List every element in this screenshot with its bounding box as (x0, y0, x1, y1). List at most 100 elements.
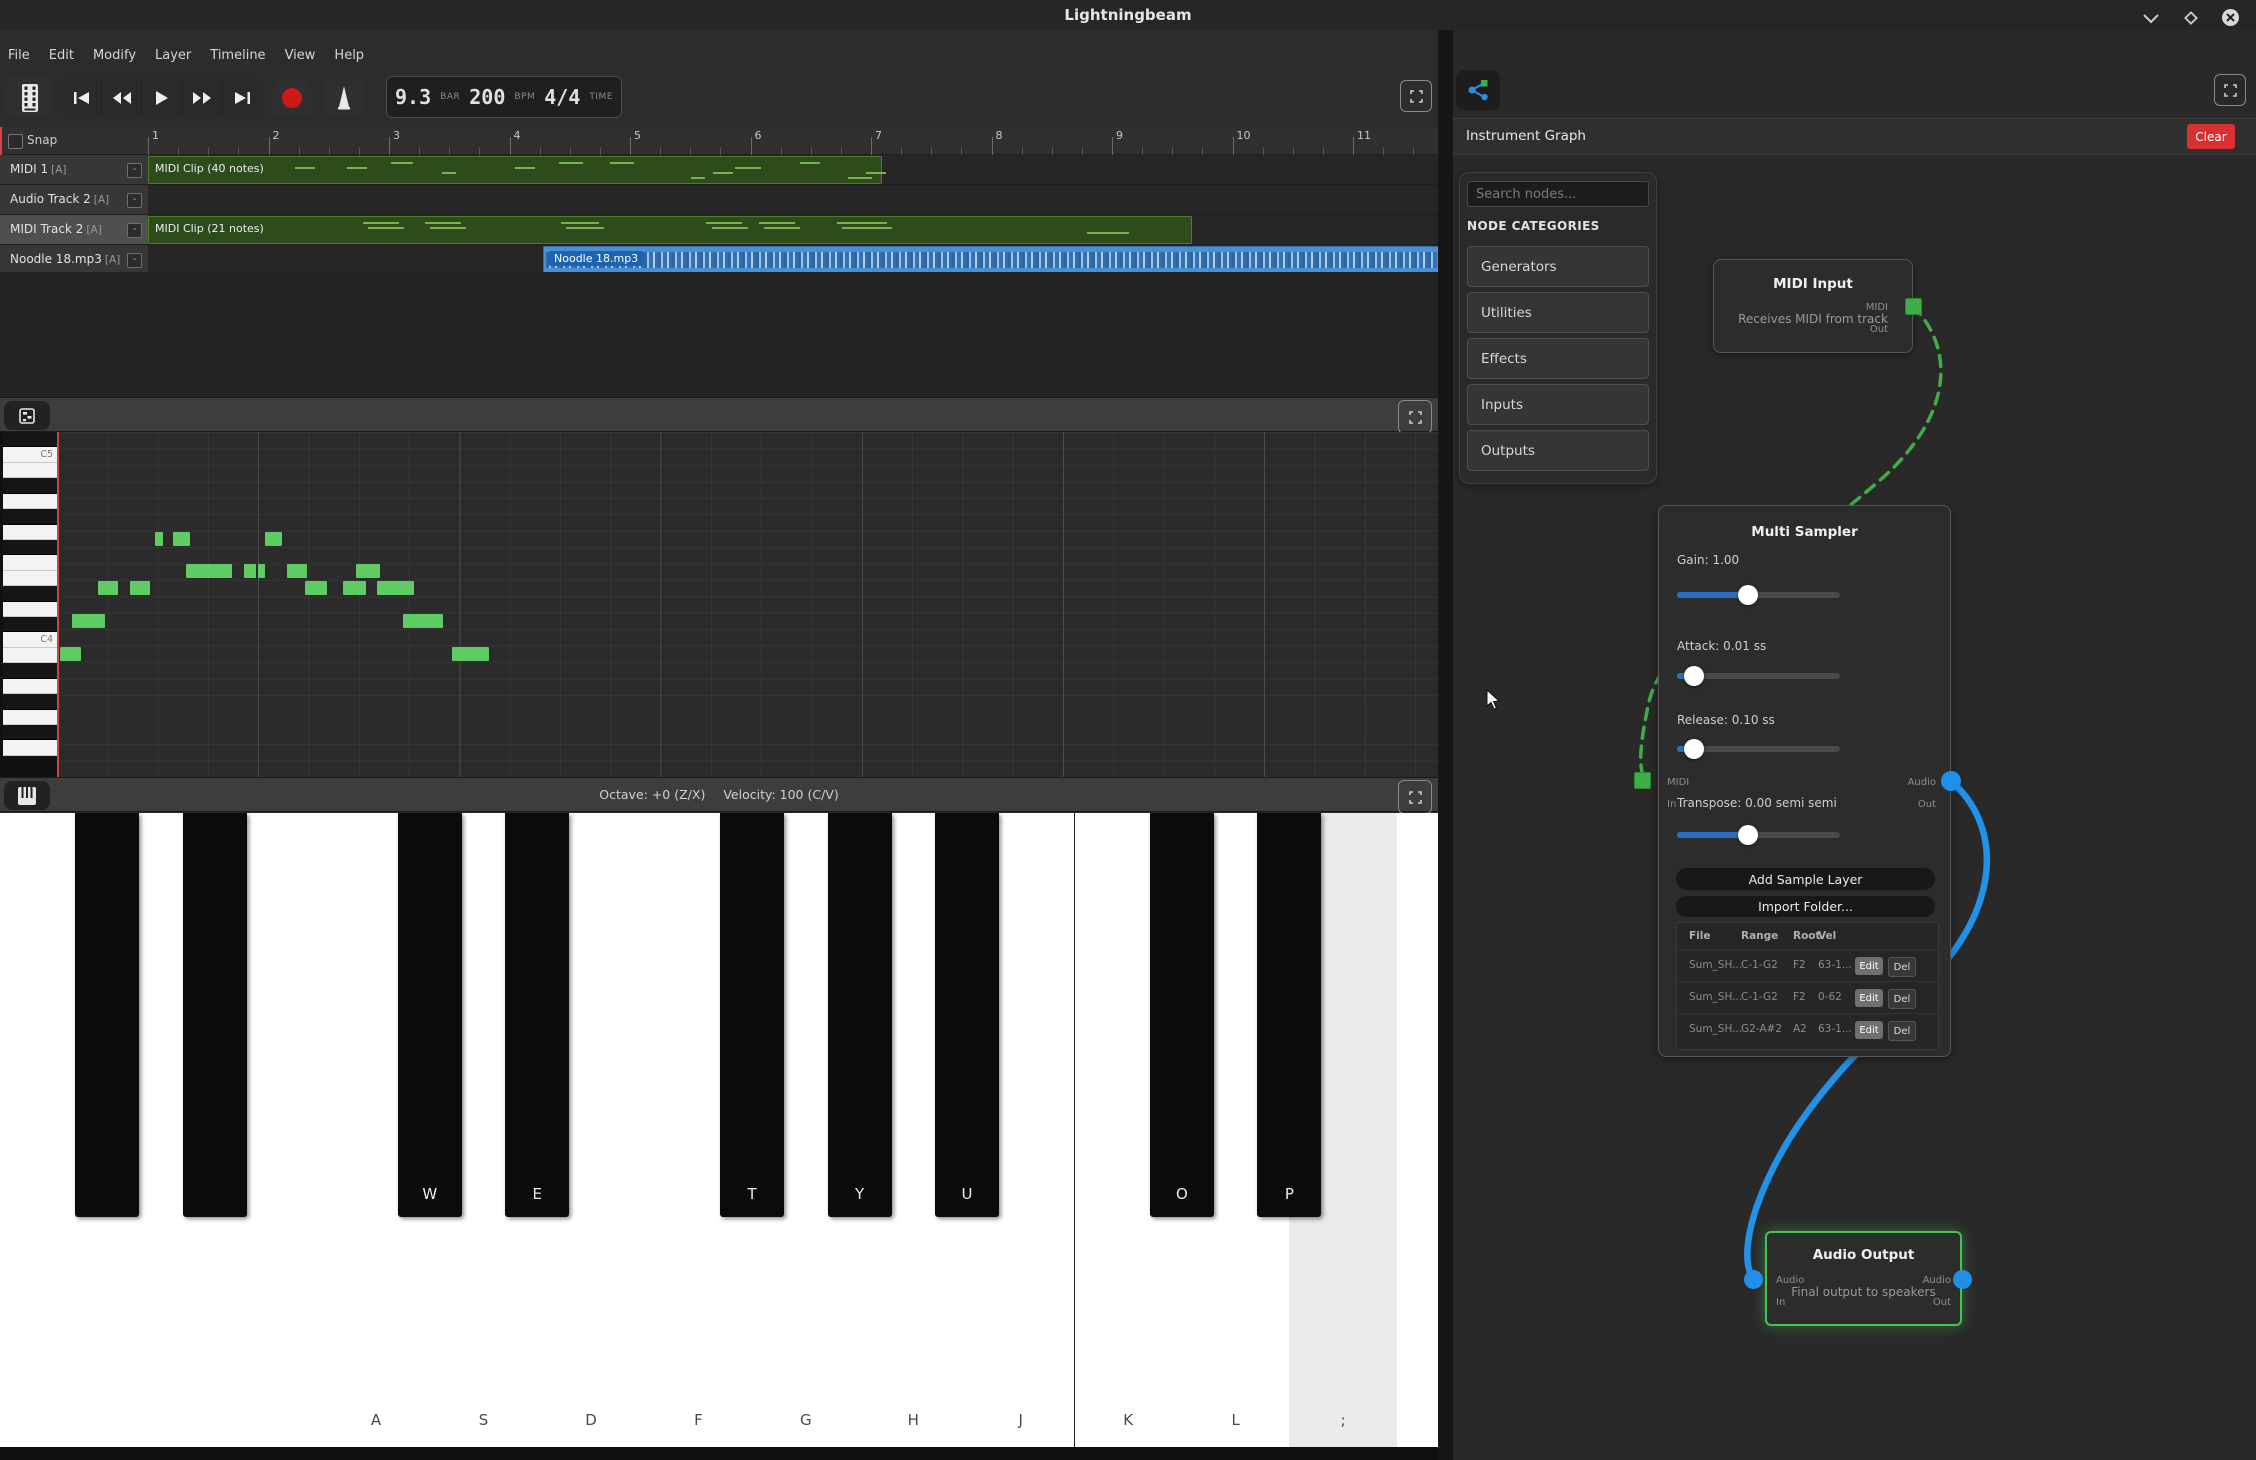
audio-in-port[interactable] (1744, 1270, 1763, 1289)
midi-note[interactable] (258, 564, 265, 578)
metronome-button[interactable] (325, 79, 363, 117)
midi-note[interactable] (356, 564, 380, 578)
import-folder-button[interactable]: Import Folder... (1676, 896, 1935, 917)
playhead-marker[interactable] (0, 127, 2, 155)
piano-roll-key-column[interactable]: C5 C4 (3, 432, 57, 777)
add-sample-layer-button[interactable]: Add Sample Layer (1676, 868, 1935, 890)
midi-input-node[interactable]: MIDI Input Receives MIDI from track MIDI… (1713, 259, 1913, 353)
roll-key-white[interactable] (3, 648, 57, 663)
sampler-audio-out-port[interactable] (1941, 771, 1961, 791)
roll-key-black[interactable] (3, 725, 57, 740)
keyboard-expand-button[interactable] (1398, 780, 1432, 814)
black-key[interactable] (75, 813, 139, 1217)
maximize-icon[interactable] (2182, 9, 2200, 27)
piano-roll-grid[interactable] (57, 432, 1438, 777)
midi-note[interactable] (173, 532, 190, 546)
roll-key-white[interactable] (3, 571, 57, 586)
edit-layer-button[interactable]: Edit (1855, 989, 1883, 1007)
midi-note[interactable] (377, 581, 414, 595)
roll-key-black[interactable] (3, 540, 57, 555)
roll-key-white[interactable]: C4 (3, 632, 57, 647)
edit-layer-button[interactable]: Edit (1855, 957, 1883, 975)
delete-layer-button[interactable]: Del (1888, 957, 1916, 977)
roll-key-white[interactable] (3, 679, 57, 694)
graph-expand-button[interactable] (2214, 74, 2246, 106)
search-input[interactable] (1467, 181, 1649, 207)
skip-end-button[interactable] (223, 79, 262, 117)
category-button-inputs[interactable]: Inputs (1467, 384, 1649, 425)
black-key[interactable]: W (398, 813, 462, 1217)
menu-item-layer[interactable]: Layer (155, 48, 191, 63)
track-checkbox[interactable]: - (127, 253, 142, 268)
track-name[interactable]: MIDI Track 2[A] (0, 215, 148, 244)
track-checkbox[interactable]: - (127, 193, 142, 208)
roll-key-black[interactable] (3, 586, 57, 601)
play-button[interactable] (142, 79, 182, 117)
sampler-midi-in-port[interactable] (1634, 772, 1651, 789)
minimize-icon[interactable] (2140, 11, 2162, 25)
black-key[interactable]: Y (828, 813, 892, 1217)
midi-note[interactable] (287, 564, 307, 578)
track-row[interactable]: Noodle 18.mp3[A]-Noodle 18.mp3 (0, 245, 1438, 275)
roll-key-white[interactable] (3, 525, 57, 540)
category-button-effects[interactable]: Effects (1467, 338, 1649, 379)
midi-note[interactable] (72, 614, 105, 628)
fast-forward-button[interactable] (183, 79, 223, 117)
black-key[interactable]: U (935, 813, 999, 1217)
edit-layer-button[interactable]: Edit (1855, 1021, 1883, 1039)
midi-note[interactable] (60, 647, 81, 661)
roll-key-white[interactable] (3, 602, 57, 617)
midi-note[interactable] (186, 564, 232, 578)
category-button-outputs[interactable]: Outputs (1467, 430, 1649, 471)
skip-start-button[interactable] (62, 79, 102, 117)
slider-thumb[interactable] (1684, 739, 1704, 759)
slider-track[interactable] (1677, 832, 1840, 838)
menu-item-timeline[interactable]: Timeline (210, 48, 265, 63)
track-checkbox[interactable]: - (127, 223, 142, 238)
track-name[interactable]: MIDI 1[A] (0, 155, 148, 184)
snap-checkbox[interactable] (8, 134, 23, 149)
black-key[interactable]: E (505, 813, 569, 1217)
track-name[interactable]: Audio Track 2[A] (0, 185, 148, 214)
slider-thumb[interactable] (1684, 666, 1704, 686)
roll-playhead[interactable] (57, 432, 59, 777)
audio-output-node[interactable]: Audio Output Final output to speakers Au… (1765, 1231, 1962, 1326)
midi-note[interactable] (98, 581, 118, 595)
audio-clip[interactable]: Noodle 18.mp3 (543, 246, 1440, 274)
roll-key-black[interactable] (3, 509, 57, 524)
black-key[interactable]: P (1257, 813, 1321, 1217)
black-key[interactable] (183, 813, 247, 1217)
midi-out-port[interactable] (1905, 298, 1922, 315)
roll-key-white[interactable] (3, 710, 57, 725)
roll-key-black[interactable] (3, 617, 57, 632)
black-key[interactable]: O (1150, 813, 1214, 1217)
white-key[interactable] (1397, 813, 1438, 1447)
midi-clip[interactable]: MIDI Clip (21 notes) (148, 216, 1192, 244)
timeline-ruler[interactable]: Snap 1234567891011 (0, 127, 1438, 155)
midi-note[interactable] (155, 532, 163, 546)
track-row[interactable]: MIDI Track 2[A]-MIDI Clip (21 notes) (0, 215, 1438, 245)
roll-key-black[interactable] (3, 478, 57, 493)
audio-out-port[interactable] (1953, 1270, 1972, 1289)
category-button-generators[interactable]: Generators (1467, 246, 1649, 287)
close-icon[interactable] (2221, 8, 2240, 27)
midi-clip[interactable]: MIDI Clip (40 notes) (148, 156, 882, 184)
roll-key-black[interactable] (3, 432, 57, 447)
midi-note[interactable] (403, 614, 443, 628)
track-checkbox[interactable]: - (127, 163, 142, 178)
midi-note[interactable] (130, 581, 150, 595)
menu-item-help[interactable]: Help (334, 48, 364, 63)
roll-key-black[interactable] (3, 663, 57, 678)
menu-item-file[interactable]: File (8, 48, 30, 63)
clear-graph-button[interactable]: Clear (2187, 124, 2235, 149)
track-row[interactable]: MIDI 1[A]-MIDI Clip (40 notes) (0, 155, 1438, 185)
midi-note[interactable] (305, 581, 327, 595)
timeline-expand-button[interactable] (1400, 80, 1432, 112)
slider-track[interactable] (1677, 746, 1840, 752)
roll-key-white[interactable]: C5 (3, 447, 57, 462)
roll-key-white[interactable] (3, 494, 57, 509)
midi-note[interactable] (452, 647, 489, 661)
menu-item-modify[interactable]: Modify (93, 48, 136, 63)
black-key[interactable]: T (720, 813, 784, 1217)
rewind-button[interactable] (102, 79, 142, 117)
